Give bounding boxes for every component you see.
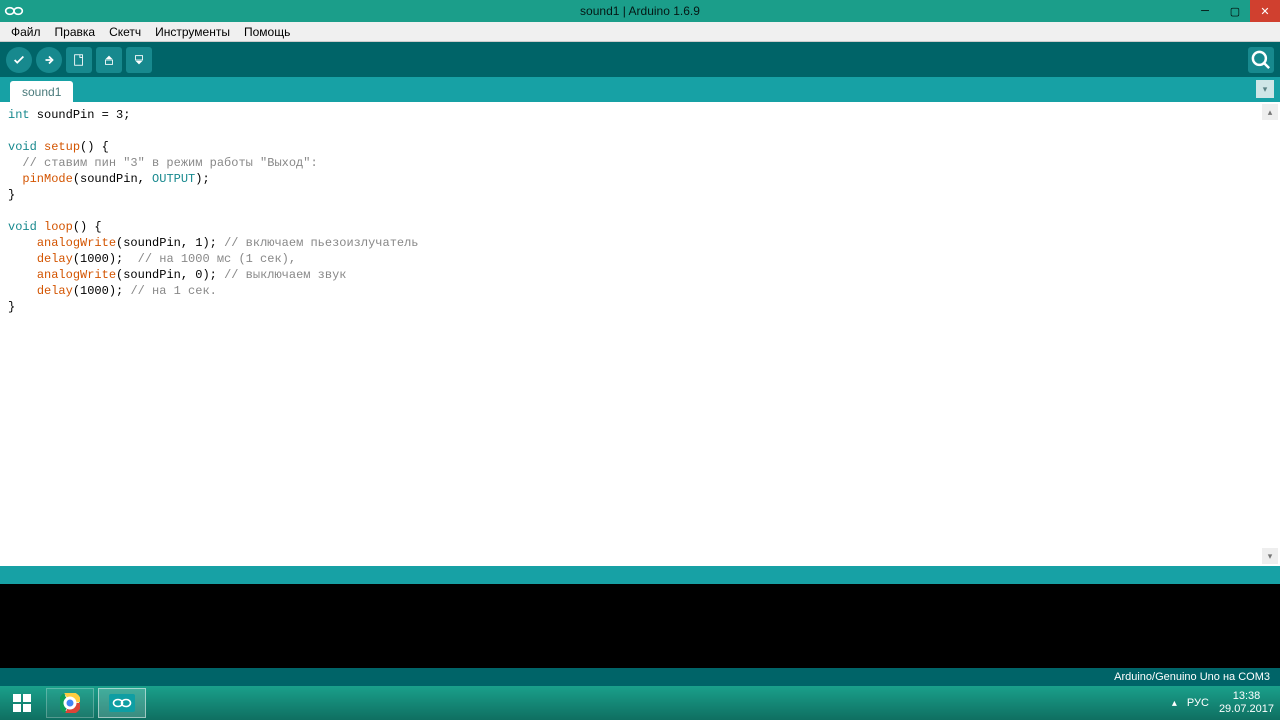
scrollbar-down-icon[interactable]: ▾ (1262, 548, 1278, 564)
code-token: // на 1 сек. (130, 284, 216, 298)
code-token: analogWrite (37, 236, 116, 250)
arduino-logo-icon (4, 6, 24, 16)
window-titlebar: sound1 | Arduino 1.6.9 ─ ▢ ✕ (0, 0, 1280, 22)
tray-overflow-icon[interactable]: ▴ (1172, 698, 1177, 709)
code-token (8, 172, 22, 186)
scrollbar-up-icon[interactable]: ▴ (1262, 104, 1278, 120)
code-token (8, 268, 37, 282)
code-token: OUTPUT (152, 172, 195, 186)
code-token: int (8, 108, 30, 122)
code-token: (1000); (73, 252, 138, 266)
open-sketch-button[interactable] (96, 47, 122, 73)
save-sketch-button[interactable] (126, 47, 152, 73)
code-token: // на 1000 мс (1 сек), (138, 252, 296, 266)
tray-language[interactable]: РУС (1187, 697, 1209, 709)
code-token: loop (37, 220, 73, 234)
system-tray: ▴ РУС 13:38 29.07.2017 (1172, 690, 1274, 716)
footer-bar: Arduino/Genuino Uno на COM3 (0, 668, 1280, 686)
menu-tools[interactable]: Инструменты (148, 23, 237, 41)
windows-taskbar: ▴ РУС 13:38 29.07.2017 (0, 686, 1280, 720)
tabs-menu-button[interactable]: ▾ (1256, 80, 1274, 98)
code-token: } (8, 300, 15, 314)
menu-file[interactable]: Файл (4, 23, 48, 41)
code-token: (soundPin, 1); (116, 236, 224, 250)
menu-help[interactable]: Помощь (237, 23, 297, 41)
code-token (8, 236, 37, 250)
board-info: Arduino/Genuino Uno на COM3 (1114, 671, 1270, 683)
code-token: soundPin = 3; (30, 108, 131, 122)
toolbar (0, 42, 1280, 77)
taskbar-arduino[interactable] (98, 688, 146, 718)
verify-button[interactable] (6, 47, 32, 73)
menu-bar: Файл Правка Скетч Инструменты Помощь (0, 22, 1280, 42)
tray-date: 29.07.2017 (1219, 703, 1274, 716)
code-token: delay (37, 284, 73, 298)
upload-button[interactable] (36, 47, 62, 73)
status-strip (0, 566, 1280, 584)
code-editor[interactable]: ▴ ▾ int soundPin = 3; void setup() { // … (0, 102, 1280, 566)
code-token: void (8, 220, 37, 234)
tab-strip: sound1 ▾ (0, 77, 1280, 102)
new-sketch-button[interactable] (66, 47, 92, 73)
code-token: (soundPin, 0); (116, 268, 224, 282)
minimize-button[interactable]: ─ (1190, 0, 1220, 22)
tab-sound1[interactable]: sound1 (10, 81, 73, 102)
output-console[interactable] (0, 584, 1280, 668)
window-title: sound1 | Arduino 1.6.9 (580, 4, 700, 18)
start-button[interactable] (0, 686, 44, 720)
code-token: () { (80, 140, 109, 154)
close-button[interactable]: ✕ (1250, 0, 1280, 22)
taskbar-chrome[interactable] (46, 688, 94, 718)
code-token: ); (195, 172, 209, 186)
code-token: void (8, 140, 37, 154)
menu-edit[interactable]: Правка (48, 23, 103, 41)
code-token: } (8, 188, 15, 202)
tray-time: 13:38 (1219, 690, 1274, 703)
code-token: pinMode (22, 172, 72, 186)
code-token: // включаем пьезоизлучатель (224, 236, 418, 250)
serial-monitor-button[interactable] (1248, 47, 1274, 73)
maximize-button[interactable]: ▢ (1220, 0, 1250, 22)
code-token (8, 284, 37, 298)
code-token: // ставим пин "3" в режим работы "Выход"… (8, 156, 318, 170)
code-token (8, 252, 37, 266)
code-token: analogWrite (37, 268, 116, 282)
code-token: // выключаем звук (224, 268, 346, 282)
code-token: (soundPin, (73, 172, 152, 186)
code-token: delay (37, 252, 73, 266)
code-token: (1000); (73, 284, 131, 298)
code-token: setup (37, 140, 80, 154)
tray-clock[interactable]: 13:38 29.07.2017 (1219, 690, 1274, 716)
code-token: () { (73, 220, 102, 234)
menu-sketch[interactable]: Скетч (102, 23, 148, 41)
